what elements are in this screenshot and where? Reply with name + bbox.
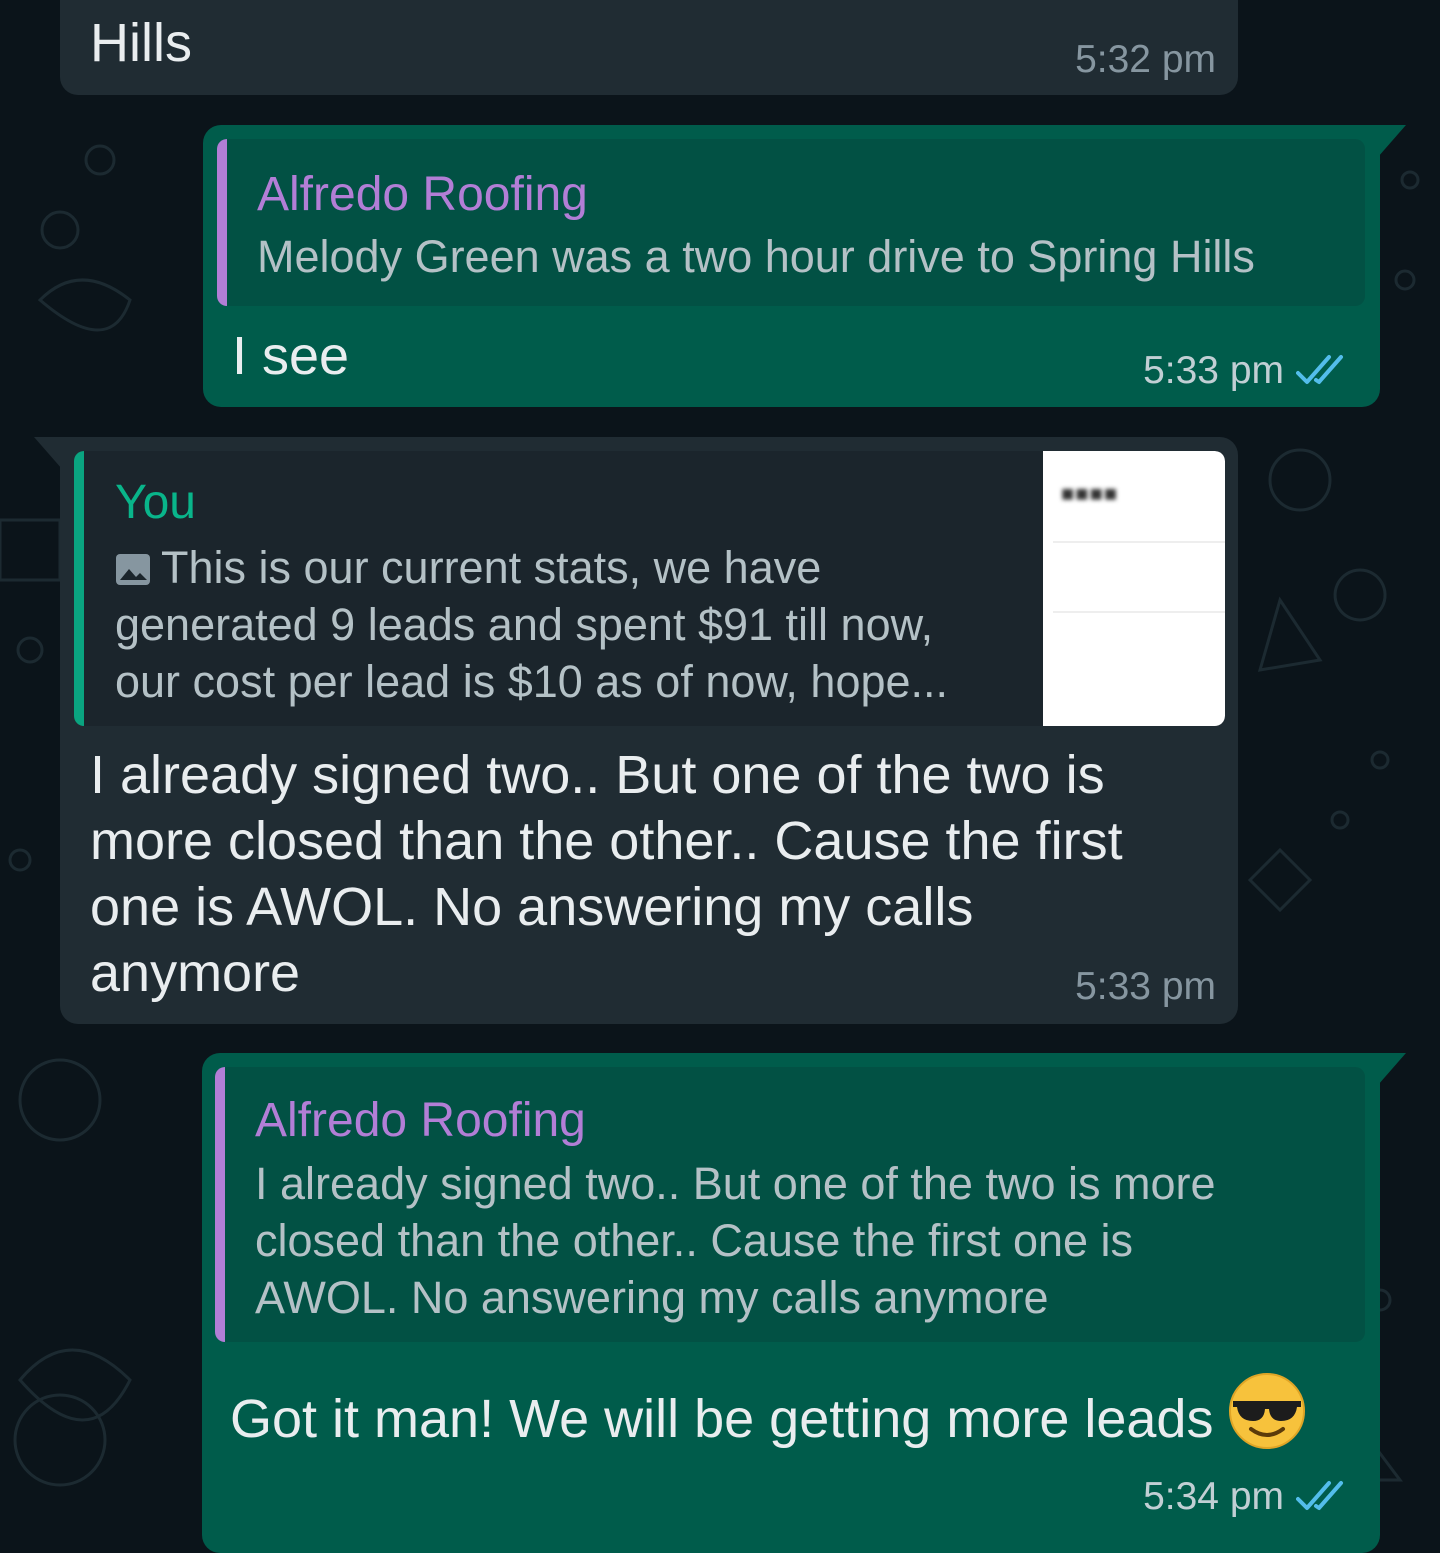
- bubble-tail: [1378, 125, 1406, 157]
- outgoing-message[interactable]: Alfredo Roofing Melody Green was a two h…: [203, 125, 1406, 407]
- thumbnail-divider: [1053, 611, 1225, 613]
- quoted-message[interactable]: You This is our current stats, we have g…: [74, 451, 1225, 726]
- quote-text-line: our cost per lead is $10 as of now, hope…: [115, 656, 949, 707]
- quote-accent-bar: [215, 1067, 225, 1342]
- message-text-line: one is AWOL. No answering my calls: [90, 877, 974, 937]
- incoming-message[interactable]: You This is our current stats, we have g…: [34, 437, 1238, 1024]
- quote-text-line: This is our current stats, we have: [161, 542, 822, 593]
- message-text: Hills: [90, 13, 192, 73]
- quote-text: Melody Green was a two hour drive to Spr…: [257, 231, 1255, 282]
- quote-author: Alfredo Roofing: [255, 1094, 586, 1147]
- quote-text: This is our current stats, we have gener…: [115, 539, 1055, 710]
- thumbnail-divider: [1053, 541, 1225, 543]
- message-time: 5:32 pm: [1075, 38, 1216, 81]
- message-time: 5:34 pm: [1143, 1475, 1284, 1518]
- message-time: 5:33 pm: [1075, 965, 1216, 1008]
- message-text: Got it man! We will be getting more lead…: [230, 1371, 1307, 1452]
- quote-text: I already signed two.. But one of the tw…: [255, 1155, 1345, 1326]
- message-text-content: Got it man! We will be getting more lead…: [230, 1389, 1214, 1449]
- double-check-read-icon: [1296, 1481, 1343, 1510]
- quote-accent-bar: [217, 139, 227, 306]
- message-time: 5:33 pm: [1143, 349, 1284, 392]
- photo-icon: [116, 554, 150, 585]
- quote-text-line: closed than the other.. Cause the first …: [255, 1215, 1134, 1266]
- quote-text-line: generated 9 leads and spent $91 till now…: [115, 599, 934, 650]
- incoming-message[interactable]: Hills 5:32 pm: [60, 0, 1238, 95]
- message-text-line: anymore: [90, 943, 301, 1003]
- quote-text-line: I already signed two.. But one of the tw…: [255, 1158, 1216, 1209]
- message-text-line: I already signed two.. But one of the tw…: [90, 745, 1105, 805]
- message-text: I already signed two.. But one of the tw…: [90, 742, 1200, 1006]
- quote-accent-bar: [74, 451, 84, 726]
- quote-author: Alfredo Roofing: [257, 168, 588, 221]
- message-text-line: more closed than the other.. Cause the f…: [90, 811, 1123, 871]
- outgoing-message[interactable]: Alfredo Roofing I already signed two.. B…: [202, 1053, 1406, 1553]
- quoted-message[interactable]: Alfredo Roofing I already signed two.. B…: [215, 1067, 1365, 1342]
- thumbnail-blurred-text: ■■■■: [1061, 481, 1119, 506]
- quoted-message[interactable]: Alfredo Roofing Melody Green was a two h…: [217, 139, 1365, 306]
- quote-author: You: [115, 476, 196, 529]
- quote-text-line: AWOL. No answering my calls anymore: [255, 1272, 1049, 1323]
- bubble-tail: [1378, 1053, 1406, 1085]
- smiling-face-with-sunglasses-icon: [1229, 1373, 1306, 1449]
- quote-image-thumbnail: ■■■■: [1043, 451, 1225, 726]
- message-text: I see: [232, 326, 350, 386]
- bubble-tail: [34, 437, 62, 469]
- double-check-read-icon: [1296, 355, 1343, 384]
